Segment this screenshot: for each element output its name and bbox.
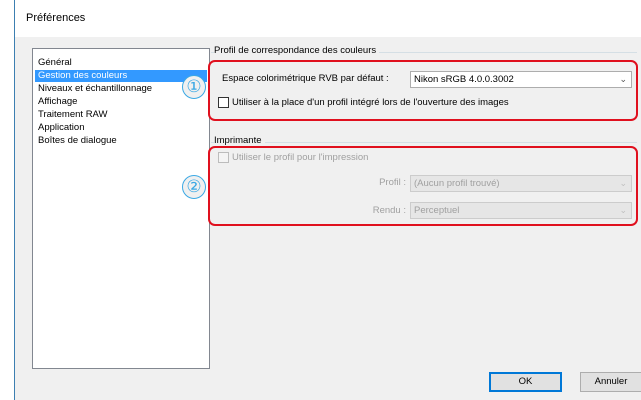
preferences-dialog: Préférences Général Gestion des couleurs… — [14, 0, 641, 400]
sidebar-item-raw-processing[interactable]: Traitement RAW — [35, 109, 207, 121]
ok-button[interactable]: OK — [489, 372, 562, 392]
sidebar-item-dialog-boxes[interactable]: Boîtes de dialogue — [35, 135, 207, 147]
color-profile-group-label: Profil de correspondance des couleurs — [214, 45, 380, 56]
sidebar-item-general[interactable]: Général — [35, 57, 207, 69]
cancel-button[interactable]: Annuler — [580, 372, 641, 392]
title-bar: Préférences — [15, 0, 641, 37]
callout-box-1 — [208, 60, 638, 121]
sidebar-item-application[interactable]: Application — [35, 122, 207, 134]
callout-badge-2: ② — [182, 175, 206, 199]
window-title: Préférences — [26, 12, 86, 24]
printer-group-label: Imprimante — [214, 135, 265, 146]
callout-box-2 — [208, 146, 638, 226]
sidebar-item-display[interactable]: Affichage — [35, 96, 207, 108]
sidebar-item-color-management[interactable]: Gestion des couleurs — [35, 70, 207, 82]
category-list[interactable]: Général Gestion des couleurs Niveaux et … — [32, 48, 210, 369]
printer-group-line — [211, 142, 637, 143]
callout-badge-1: ① — [182, 75, 206, 99]
